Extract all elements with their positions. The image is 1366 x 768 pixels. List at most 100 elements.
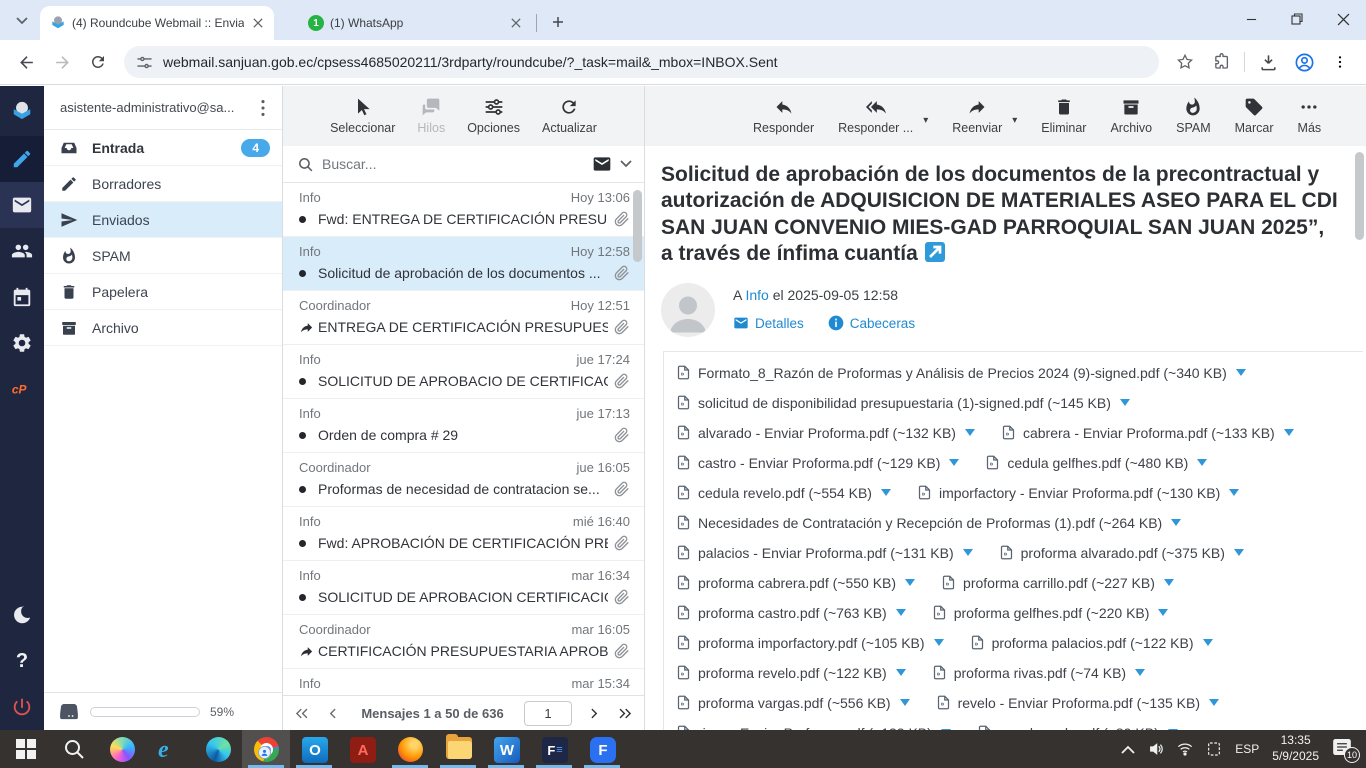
delete-button[interactable]: Eliminar	[1041, 97, 1086, 135]
rail-cpanel-button[interactable]: cP	[0, 366, 44, 412]
attachment-menu-icon[interactable]	[1209, 699, 1219, 706]
taskbar-icon-copilot[interactable]	[98, 730, 146, 768]
rail-mail-button[interactable]	[0, 182, 44, 228]
attachment-menu-icon[interactable]	[896, 669, 906, 676]
rail-calendar-button[interactable]	[0, 274, 44, 320]
taskbar-icon-ie[interactable]: e	[146, 730, 194, 768]
attachment-menu-icon[interactable]	[1284, 429, 1294, 436]
notification-center-button[interactable]: 10	[1332, 738, 1356, 760]
select-button[interactable]: Seleccionar	[330, 97, 395, 135]
attachment-menu-icon[interactable]	[905, 579, 915, 586]
recipient-link[interactable]: Info	[745, 287, 768, 303]
tab-whatsapp[interactable]: 1 (1) WhatsApp	[298, 6, 532, 40]
rail-contacts-button[interactable]	[0, 228, 44, 274]
attachment-item[interactable]: cedula revelo.pdf (~554 KB)	[676, 484, 891, 501]
attachment-menu-icon[interactable]	[1229, 489, 1239, 496]
tab-search-button[interactable]	[8, 7, 36, 35]
restore-button[interactable]	[1274, 0, 1320, 38]
reload-button[interactable]	[83, 47, 113, 77]
mark-button[interactable]: Marcar	[1235, 97, 1274, 135]
attachment-menu-icon[interactable]	[1236, 369, 1246, 376]
sidebar-item-spam[interactable]: SPAM	[44, 238, 282, 274]
sidebar-item-enviados[interactable]: Enviados	[44, 202, 282, 238]
close-window-button[interactable]	[1320, 0, 1366, 38]
taskbar-icon-word[interactable]: W	[482, 730, 530, 768]
prev-page-icon[interactable]	[324, 705, 341, 722]
language-indicator[interactable]: ESP	[1235, 742, 1259, 756]
rail-compose-button[interactable]	[0, 136, 44, 182]
attachment-menu-icon[interactable]	[1171, 519, 1181, 526]
attachment-item[interactable]: Formato_8_Razón de Proformas y Análisis …	[676, 364, 1246, 381]
message-row[interactable]: Infomar 15:34	[283, 669, 644, 695]
open-in-new-window-icon[interactable]	[925, 242, 945, 262]
message-row[interactable]: InfoHoy 12:58Solicitud de aprobación de …	[283, 237, 644, 291]
sidebar-item-archivo[interactable]: Archivo	[44, 310, 282, 346]
attachment-menu-icon[interactable]	[1158, 609, 1168, 616]
sidebar-item-borradores[interactable]: Borradores	[44, 166, 282, 202]
address-bar[interactable]: webmail.sanjuan.gob.ec/cpsess4685020211/…	[124, 46, 1159, 78]
attachment-item[interactable]: cabrera - Enviar Proforma.pdf (~133 KB)	[1001, 424, 1294, 441]
chevron-down-icon[interactable]	[620, 160, 632, 168]
display-icon[interactable]	[1206, 741, 1222, 757]
rail-help-button[interactable]: ?	[0, 638, 44, 684]
list-scrollbar[interactable]	[633, 190, 642, 262]
attachment-menu-icon[interactable]	[900, 699, 910, 706]
taskbar-icon-fs-app[interactable]: F≡	[530, 730, 578, 768]
taskbar-icon-edge[interactable]	[194, 730, 242, 768]
browser-menu-button[interactable]	[1325, 47, 1355, 77]
rail-logout-button[interactable]	[0, 684, 44, 730]
attachment-menu-icon[interactable]	[1135, 669, 1145, 676]
sidebar-item-entrada[interactable]: Entrada4	[44, 130, 282, 166]
sidebar-item-papelera[interactable]: Papelera	[44, 274, 282, 310]
tab-roundcube[interactable]: (4) Roundcube Webmail :: Envia	[40, 6, 274, 40]
taskbar-icon-firefox[interactable]	[386, 730, 434, 768]
attachment-item[interactable]: cedula gelfhes.pdf (~480 KB)	[985, 454, 1207, 471]
taskbar-icon-search[interactable]	[50, 730, 98, 768]
reply-all-button[interactable]: Responder ...	[838, 97, 913, 135]
search-scope-icon[interactable]	[592, 154, 612, 174]
taskbar-icon-chrome[interactable]	[242, 730, 290, 768]
last-page-icon[interactable]	[617, 705, 634, 722]
bookmark-button[interactable]	[1170, 47, 1200, 77]
attachment-item[interactable]: alvarado - Enviar Proforma.pdf (~132 KB)	[676, 424, 975, 441]
attachment-menu-icon[interactable]	[1197, 459, 1207, 466]
attachment-menu-icon[interactable]	[881, 489, 891, 496]
attachment-item[interactable]: proforma imporfactory.pdf (~105 KB)	[676, 634, 944, 651]
tray-expand-icon[interactable]	[1121, 745, 1135, 754]
message-scrollbar[interactable]	[1355, 152, 1364, 240]
first-page-icon[interactable]	[293, 705, 310, 722]
close-tab-icon[interactable]	[250, 15, 266, 31]
taskbar-icon-explorer[interactable]	[434, 730, 482, 768]
attachment-item[interactable]: solicitud de disponibilidad presupuestar…	[676, 394, 1130, 411]
message-row[interactable]: Infomar 16:34SOLICITUD DE APROBACION CER…	[283, 561, 644, 615]
attachment-item[interactable]: proforma cabrera.pdf (~550 KB)	[676, 574, 915, 591]
chevron-down-icon[interactable]: ▾	[923, 115, 928, 126]
profile-button[interactable]	[1289, 47, 1319, 77]
options-button[interactable]: Opciones	[467, 97, 520, 135]
account-menu-icon[interactable]	[252, 97, 274, 119]
attachment-item[interactable]: Necesidades de Contratación y Recepción …	[676, 514, 1181, 531]
attachment-menu-icon[interactable]	[949, 459, 959, 466]
spam-button[interactable]: SPAM	[1176, 97, 1211, 135]
attachment-item[interactable]: imporfactory - Enviar Proforma.pdf (~130…	[917, 484, 1239, 501]
downloads-button[interactable]	[1253, 47, 1283, 77]
rail-dark-mode-button[interactable]	[0, 592, 44, 638]
attachment-item[interactable]: proforma rivas.pdf (~74 KB)	[932, 664, 1145, 681]
attachment-menu-icon[interactable]	[896, 609, 906, 616]
attachment-item[interactable]: castro - Enviar Proforma.pdf (~129 KB)	[676, 454, 959, 471]
clock[interactable]: 13:355/9/2025	[1272, 733, 1319, 764]
reply-button[interactable]: Responder	[753, 97, 814, 135]
site-settings-icon[interactable]	[136, 54, 153, 71]
taskbar-icon-start[interactable]	[2, 730, 50, 768]
attachment-item[interactable]: proforma castro.pdf (~763 KB)	[676, 604, 906, 621]
attachment-item[interactable]: proforma carrillo.pdf (~227 KB)	[941, 574, 1174, 591]
attachment-item[interactable]: proforma vargas.pdf (~556 KB)	[676, 694, 910, 711]
wifi-icon[interactable]	[1177, 741, 1193, 757]
attachment-item[interactable]: revelo - Enviar Proforma.pdf (~135 KB)	[936, 694, 1219, 711]
chevron-down-icon[interactable]: ▾	[1012, 115, 1017, 126]
volume-icon[interactable]	[1148, 741, 1164, 757]
new-tab-button[interactable]	[545, 9, 571, 35]
search-input[interactable]	[322, 156, 584, 172]
attachment-item[interactable]: proforma revelo.pdf (~122 KB)	[676, 664, 906, 681]
attachment-menu-icon[interactable]	[1234, 549, 1244, 556]
